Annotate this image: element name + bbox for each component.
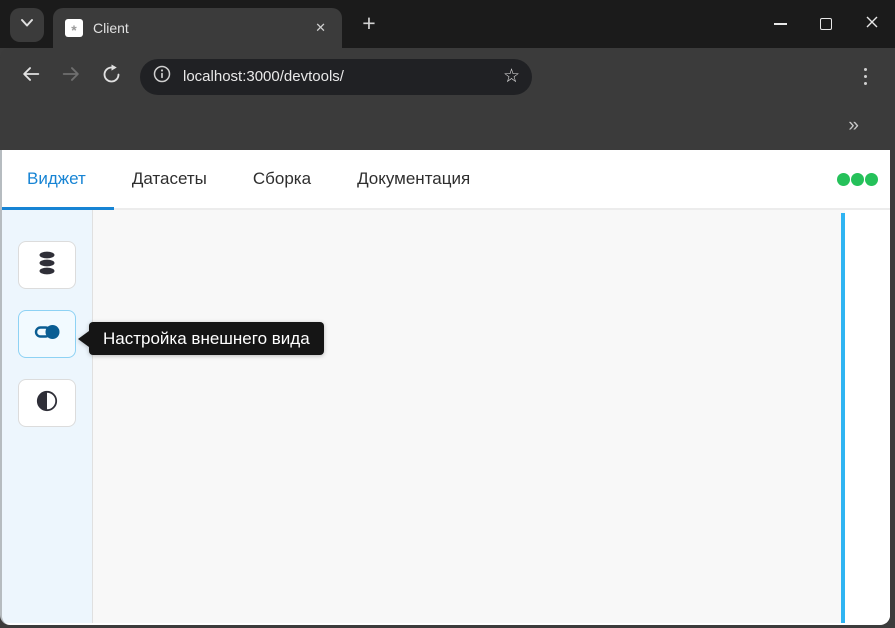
right-panel-strip: [845, 210, 890, 623]
favicon-asterisk-icon: *: [65, 19, 83, 37]
tooltip-text: Настройка внешнего вида: [89, 322, 324, 355]
tooltip: Настройка внешнего вида: [78, 322, 324, 355]
maximize-button[interactable]: [803, 0, 849, 48]
browser-toolbar: localhost:3000/devtools/ ☆: [0, 48, 895, 105]
tab-close-icon[interactable]: ✕: [311, 18, 330, 38]
reload-button[interactable]: [94, 60, 128, 94]
status-dot: [851, 173, 864, 186]
appearance-tool-button[interactable]: [18, 310, 76, 358]
minimize-button[interactable]: [757, 0, 803, 48]
datasets-tool-button[interactable]: [18, 241, 76, 289]
menu-dot-icon: [864, 82, 868, 86]
tab-search-button[interactable]: [10, 8, 44, 42]
forward-button[interactable]: [54, 60, 88, 94]
address-bar[interactable]: localhost:3000/devtools/ ☆: [140, 59, 532, 95]
toggle-icon: [34, 323, 61, 346]
arrow-left-icon: [20, 63, 42, 90]
widget-canvas: [93, 210, 890, 623]
browser-tab-strip: * Client ✕ +: [0, 0, 895, 48]
browser-tab-title: Client: [93, 20, 311, 36]
browser-menu-button[interactable]: [858, 62, 874, 92]
tooltip-arrow: [78, 331, 89, 347]
bookmarks-bar: »: [0, 105, 895, 150]
database-icon: [35, 250, 59, 281]
new-tab-button[interactable]: +: [355, 9, 383, 37]
maximize-icon: [820, 18, 832, 30]
web-app-page: Виджет Датасеты Сборка Документация: [0, 150, 890, 625]
reload-icon: [101, 64, 122, 90]
tab-widget[interactable]: Виджет: [2, 150, 109, 208]
status-dot: [865, 173, 878, 186]
url-text[interactable]: localhost:3000/devtools/: [183, 68, 503, 85]
chevron-down-icon: [20, 16, 34, 34]
status-indicator: [837, 173, 878, 186]
window-controls: [757, 0, 895, 48]
info-icon[interactable]: [152, 64, 172, 89]
contrast-icon: [35, 389, 59, 418]
close-icon: [865, 15, 879, 34]
status-dot: [837, 173, 850, 186]
app-nav-tabs: Виджет Датасеты Сборка Документация: [2, 150, 890, 210]
desktop-background: { "browser": { "tab_title": "Client", "f…: [0, 0, 895, 628]
tab-datasets[interactable]: Датасеты: [109, 150, 230, 208]
overflow-chevron-icon[interactable]: »: [848, 115, 859, 137]
tab-documentation[interactable]: Документация: [334, 150, 493, 208]
minimize-icon: [774, 23, 787, 25]
arrow-right-icon: [60, 63, 82, 90]
close-button[interactable]: [849, 0, 895, 48]
menu-dot-icon: [864, 68, 868, 72]
tool-sidebar: [2, 210, 93, 623]
app-content: [2, 210, 890, 623]
contrast-tool-button[interactable]: [18, 379, 76, 427]
tab-build[interactable]: Сборка: [230, 150, 334, 208]
menu-dot-icon: [864, 75, 868, 79]
browser-tab-client[interactable]: * Client ✕: [53, 8, 342, 48]
bookmark-star-icon[interactable]: ☆: [503, 67, 520, 86]
back-button[interactable]: [14, 60, 48, 94]
